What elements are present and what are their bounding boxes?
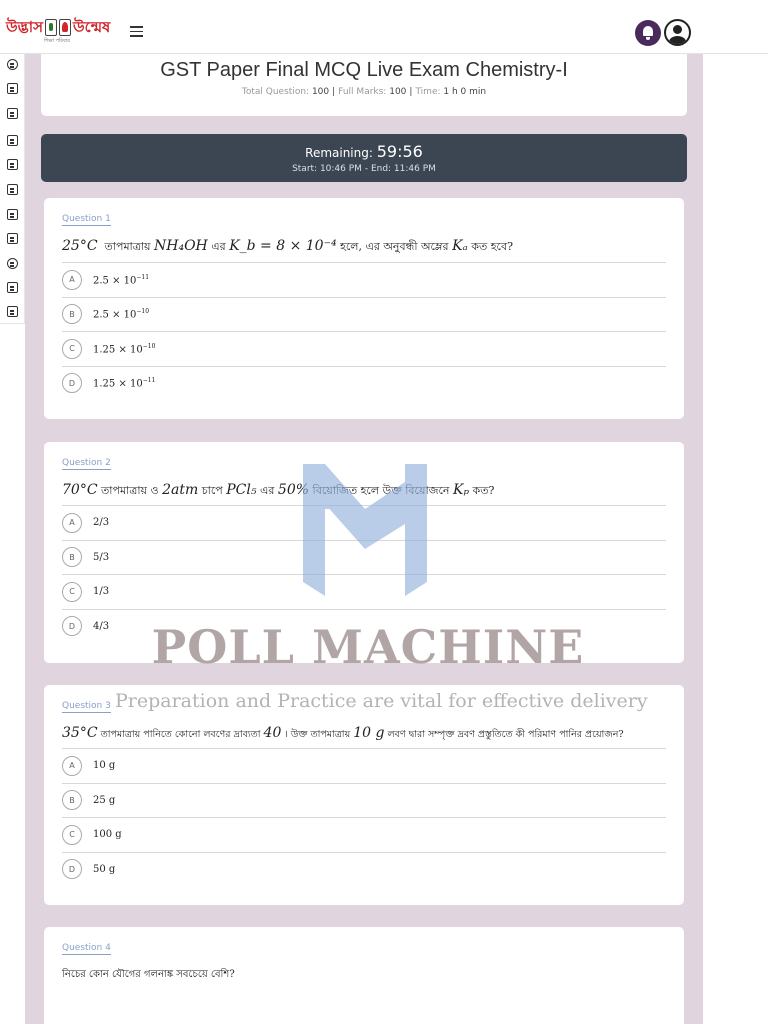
hamburger-icon[interactable] [130, 26, 143, 37]
question-label: Question 2 [62, 458, 111, 470]
book-icon[interactable] [7, 184, 18, 195]
question-text: 35°C তাপমাত্রায় পানিতে কোনো লবণের দ্রাব… [62, 725, 624, 741]
end-time: End: 11:46 PM [370, 164, 436, 174]
brand-logo[interactable]: উদ্ভাস উন্মেষ [6, 18, 110, 36]
option-letter: A [62, 269, 82, 290]
exam-header-card: GST Paper Final MCQ Live Exam Chemistry-… [41, 54, 687, 116]
archive-icon[interactable] [7, 209, 18, 220]
exam-meta: Total Question: 100 | Full Marks: 100 | Time… [241, 87, 487, 97]
logo-text-right: উন্মেষ [72, 18, 111, 36]
chart-icon[interactable] [7, 233, 18, 244]
card-icon[interactable] [7, 282, 18, 293]
option-letter: C [62, 581, 82, 602]
option-a[interactable]: A 2/3 [62, 505, 666, 540]
dashboard-icon[interactable] [7, 59, 18, 70]
question-text: নিচের কোন যৌগের গলনাঙ্ক সবচেয়ে বেশি? [62, 969, 235, 980]
inbox-icon[interactable] [7, 83, 18, 94]
logo-text-left: উদ্ভাস [6, 18, 43, 36]
bell-icon[interactable] [635, 20, 661, 46]
main-content: GST Paper Final MCQ Live Exam Chemistry-… [25, 54, 703, 1024]
full-marks-label: Full Marks: [338, 87, 387, 97]
option-c[interactable]: C 1/3 [62, 574, 666, 609]
question-card: Question 2 70°C তাপমাত্রায় ও 2atm চাপে … [44, 442, 684, 663]
question-icon[interactable] [7, 258, 18, 269]
option-letter: B [62, 547, 82, 568]
option-d[interactable]: D 1.25 × 10−11 [62, 365, 666, 401]
option-d[interactable]: D 50 g [62, 851, 666, 887]
countdown-timer: Remaining: 59:56 Start: 10:46 PM - End: … [41, 134, 687, 182]
option-letter: D [62, 616, 82, 637]
question-label: Question 3 [62, 701, 111, 713]
table-icon[interactable] [7, 135, 18, 146]
question-card: Question 1 25°C তাপমাত্রায় NH₄OH এর K_b… [44, 198, 684, 419]
option-letter: B [62, 790, 82, 811]
user-icon[interactable] [664, 19, 691, 46]
option-letter: C [62, 338, 82, 359]
total-question-value: 100 [311, 87, 330, 97]
time-value: 1 h 0 min [443, 87, 487, 97]
full-marks-value: 100 [389, 87, 407, 97]
question-text: 25°C তাপমাত্রায় NH₄OH এর K_b = 8 × 10⁻⁴… [62, 238, 513, 254]
option-letter: D [62, 859, 82, 880]
option-b[interactable]: B 25 g [62, 782, 666, 818]
logo-mark-icon [44, 19, 57, 36]
option-c[interactable]: C 100 g [62, 817, 666, 852]
top-navbar: উদ্ভাস উন্মেষ শিক্ষা পরিবার [0, 0, 768, 54]
logo-flame-icon [58, 19, 71, 36]
option-a[interactable]: A 10 g [62, 748, 666, 783]
option-letter: B [62, 304, 82, 325]
option-letter: A [62, 512, 82, 533]
question-card: Question 4 নিচের কোন যৌগের গলনাঙ্ক সবচেয… [44, 927, 684, 1024]
total-question-label: Total Question: [241, 87, 310, 97]
list-icon[interactable] [7, 108, 18, 119]
option-letter: C [62, 824, 82, 845]
option-d[interactable]: D 4/3 [62, 608, 666, 644]
start-time: Start: 10:46 PM [292, 164, 362, 174]
image-icon[interactable] [7, 306, 18, 317]
question-label: Question 1 [62, 214, 111, 226]
sidebar [0, 54, 25, 324]
question-label: Question 4 [62, 943, 111, 955]
time-label: Time: [415, 87, 441, 97]
options-list: A 2.5 × 10−11 B 2.5 × 10−10 C 1.25 × 10−10 … [62, 262, 666, 400]
question-text: 70°C তাপমাত্রায় ও 2atm চাপে PCl₅ এর 50%… [62, 482, 495, 498]
option-a[interactable]: A 2.5 × 10−11 [62, 262, 666, 297]
option-letter: A [62, 755, 82, 776]
exam-title: GST Paper Final MCQ Live Exam Chemistry-… [160, 59, 568, 81]
option-b[interactable]: B 5/3 [62, 539, 666, 575]
options-list: A 10 g B 25 g C 100 g D 50 g [62, 748, 666, 886]
remaining-value: 59:56 [376, 142, 423, 161]
option-b[interactable]: B 2.5 × 10−10 [62, 296, 666, 332]
remaining-label: Remaining: [305, 146, 373, 160]
monitor-icon[interactable] [7, 159, 18, 170]
logo-subtitle: শিক্ষা পরিবার [44, 38, 71, 44]
question-card: Question 3 35°C তাপমাত্রায় পানিতে কোনো … [44, 685, 684, 905]
time-separator: - [364, 164, 369, 174]
options-list: A 2/3 B 5/3 C 1/3 D 4/3 [62, 505, 666, 643]
option-c[interactable]: C 1.25 × 10−10 [62, 331, 666, 366]
option-letter: D [62, 373, 82, 394]
